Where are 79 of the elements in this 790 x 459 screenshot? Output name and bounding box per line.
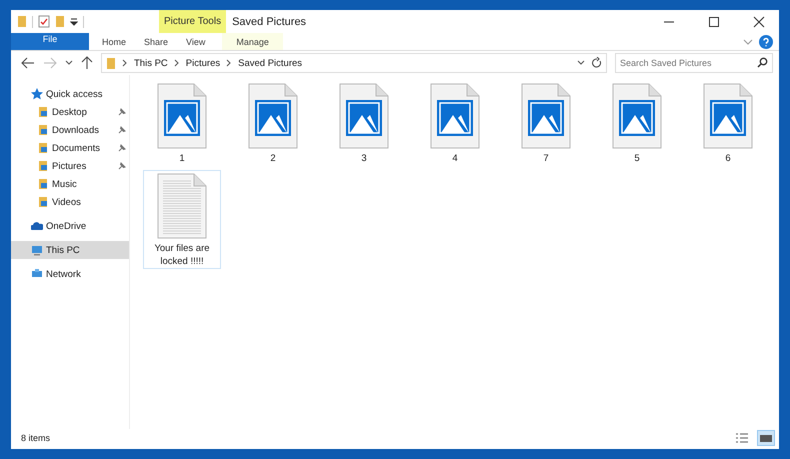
file-item[interactable]: 5 <box>598 80 676 167</box>
text-file-icon <box>157 172 207 239</box>
file-name: 2 <box>269 153 277 166</box>
image-file-icon <box>703 83 753 149</box>
file-name: 4 <box>451 153 459 166</box>
checklist-icon[interactable] <box>38 15 50 28</box>
image-file-icon <box>612 83 662 149</box>
close-icon[interactable] <box>753 16 765 28</box>
folder-icon <box>37 178 49 190</box>
sidebar-item[interactable]: Documents <box>11 139 129 157</box>
ribbon-tab[interactable]: Home <box>93 33 136 50</box>
sidebar-item[interactable]: This PC <box>11 241 129 259</box>
ribbon-tab[interactable]: View <box>177 33 214 50</box>
sidebar-item[interactable]: Network <box>11 265 129 283</box>
context-tab-header: Picture Tools <box>159 10 226 33</box>
sidebar-item[interactable]: Pictures <box>11 157 129 175</box>
chevron-down-icon[interactable] <box>577 60 585 66</box>
large-icons-view-icon <box>759 432 773 444</box>
pin-icon[interactable] <box>118 144 126 152</box>
image-file-icon <box>248 83 298 149</box>
search-icon <box>757 57 768 68</box>
file-name: 5 <box>633 153 641 166</box>
file-item[interactable]: 6 <box>689 80 767 167</box>
folder-icon <box>37 196 49 208</box>
large-icons-view-button[interactable] <box>757 430 775 446</box>
sidebar-item[interactable]: Videos <box>11 193 129 211</box>
monitor-icon <box>31 244 43 256</box>
image-file-icon <box>430 83 480 149</box>
file-item[interactable]: 2 <box>234 80 312 167</box>
file-item[interactable]: 3 <box>325 80 403 167</box>
breadcrumb-item[interactable]: This PC <box>134 58 168 68</box>
sidebar-item[interactable]: Quick access <box>11 85 129 103</box>
pin-icon[interactable] <box>118 108 126 116</box>
chevron-right-icon[interactable] <box>122 59 128 67</box>
file-name: Your files are locked !!!!! <box>153 242 211 268</box>
sidebar-item[interactable]: OneDrive <box>11 217 129 235</box>
network-icon <box>31 268 43 280</box>
image-file-icon <box>521 83 571 149</box>
file-name: 3 <box>360 153 368 166</box>
search-field[interactable]: Search Saved Pictures <box>615 53 773 73</box>
sidebar-item[interactable]: Downloads <box>11 121 129 139</box>
cloud-icon <box>31 220 43 232</box>
chevron-down-icon[interactable] <box>65 60 73 66</box>
chevron-right-icon[interactable] <box>174 59 180 67</box>
sidebar-item[interactable]: Music <box>11 175 129 193</box>
address-bar[interactable]: This PC Pictures Saved Pictures <box>101 53 607 73</box>
file-item[interactable]: 1 <box>143 80 221 167</box>
folder-icon <box>37 142 49 154</box>
file-name: 1 <box>178 153 186 166</box>
folder-icon <box>37 160 49 172</box>
dropdown-icon[interactable] <box>70 16 78 26</box>
folder-icon <box>37 106 49 118</box>
file-item[interactable]: 4 <box>416 80 494 167</box>
file-item[interactable]: 7 <box>507 80 585 167</box>
ribbon-tab[interactable]: Manage <box>222 33 283 50</box>
item-count: 8 items <box>21 433 50 443</box>
window-title: Saved Pictures <box>232 16 306 28</box>
image-file-icon <box>339 83 389 149</box>
file-name: 7 <box>542 153 550 166</box>
pin-icon[interactable] <box>118 126 126 134</box>
ribbon-tab[interactable]: Share <box>135 33 178 50</box>
breadcrumb-item[interactable]: Saved Pictures <box>238 58 302 68</box>
star-icon <box>31 88 43 100</box>
file-item[interactable]: Your files are locked !!!!! <box>143 170 221 270</box>
file-tab[interactable]: File <box>11 33 89 50</box>
pin-icon[interactable] <box>118 162 126 170</box>
refresh-icon[interactable] <box>591 57 602 69</box>
image-file-icon <box>157 83 207 149</box>
folder-icon <box>37 124 49 136</box>
breadcrumb-item[interactable]: Pictures <box>186 58 220 68</box>
back-arrow-icon[interactable] <box>21 57 35 69</box>
chevron-right-icon[interactable] <box>226 59 232 67</box>
details-view-icon[interactable] <box>735 432 749 444</box>
sidebar-item[interactable]: Desktop <box>11 103 129 121</box>
folder-icon <box>106 56 116 70</box>
up-arrow-icon[interactable] <box>81 56 93 70</box>
help-icon[interactable] <box>759 34 773 48</box>
file-name: 6 <box>724 153 732 166</box>
maximize-icon[interactable] <box>708 16 720 28</box>
